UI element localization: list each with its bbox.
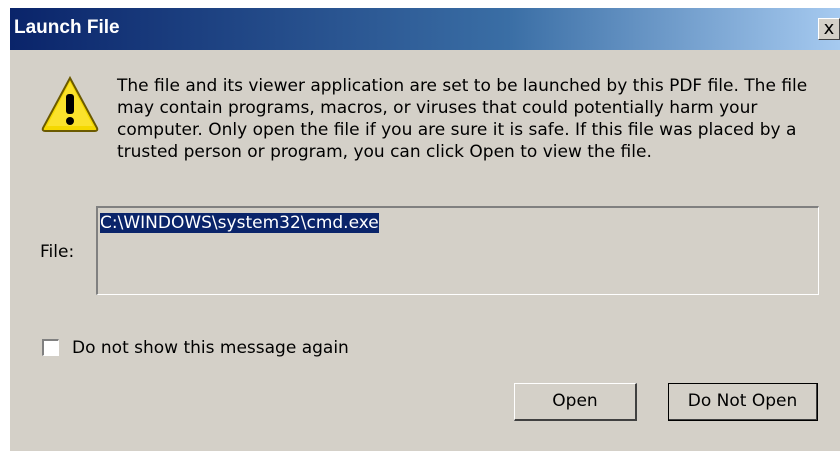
warning-icon — [41, 75, 99, 132]
do-not-open-button[interactable]: Do Not Open — [668, 383, 818, 421]
do-not-show-checkbox[interactable] — [42, 339, 59, 356]
warning-message: The file and its viewer application are … — [117, 76, 808, 162]
title-bar[interactable]: Launch File x — [10, 8, 840, 50]
close-button[interactable]: x — [818, 18, 840, 40]
close-icon: x — [823, 18, 835, 39]
file-path-field[interactable]: C:\WINDOWS\system32\cmd.exe — [96, 206, 819, 295]
launch-file-dialog: Launch File x The file and its viewer ap… — [10, 8, 840, 451]
window-title: Launch File — [14, 17, 120, 38]
file-path-value[interactable]: C:\WINDOWS\system32\cmd.exe — [100, 213, 379, 233]
do-not-show-label[interactable]: Do not show this message again — [72, 338, 349, 358]
open-button[interactable]: Open — [514, 383, 637, 421]
file-label: File: — [40, 242, 75, 262]
